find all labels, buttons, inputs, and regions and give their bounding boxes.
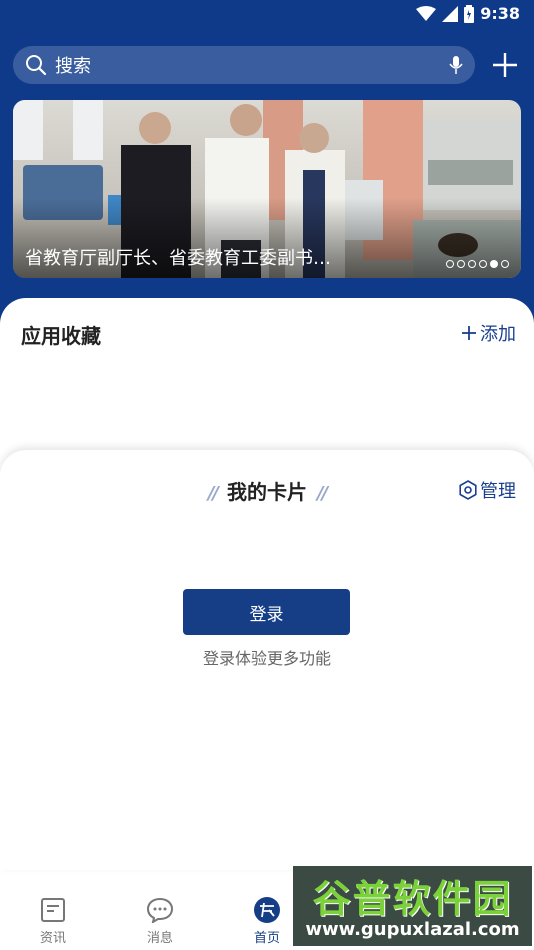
wifi-icon [416,5,437,21]
tab-messages-label: 消息 [146,931,173,946]
carousel-dot[interactable] [457,260,465,268]
carousel-dots [446,260,509,268]
home-logo-icon [254,897,280,923]
banner-caption: 省教育厅副厅长、省委教育工委副书… [25,248,331,269]
carousel-dot[interactable] [501,260,509,268]
login-hint: 登录体验更多功能 [202,649,331,668]
watermark-url: www.gupuxlazal.com [305,919,520,940]
search-row: 搜索 [13,45,521,85]
carousel-dot[interactable] [468,260,476,268]
settings-icon [459,480,477,500]
tab-home[interactable]: 首页 [237,896,297,946]
left-slashes-decoration: // [207,483,219,504]
tab-news[interactable]: 资讯 [23,896,83,946]
signal-icon [442,5,459,22]
news-icon [41,898,65,922]
carousel-dot[interactable] [490,260,498,268]
search-placeholder: 搜索 [55,56,91,77]
manage-label: 管理 [480,481,516,502]
carousel-dot[interactable] [479,260,487,268]
chat-bubble-icon [146,897,174,923]
status-bar: 9:38 [0,0,534,30]
add-icon[interactable] [489,49,521,81]
favorites-title: 应用收藏 [21,324,101,348]
search-icon [26,55,47,76]
tab-messages[interactable]: 消息 [130,896,190,946]
watermark-logo: 谷普软件园 www.gupuxlazal.com [293,866,532,946]
right-slashes-decoration: // [317,483,328,504]
status-time: 9:38 [480,4,520,23]
tab-home-label: 首页 [253,931,280,946]
manage-button[interactable]: 管理 [458,477,516,503]
my-cards-title: 我的卡片 [227,480,307,504]
tab-news-label: 资讯 [39,931,66,946]
microphone-icon[interactable] [449,55,463,75]
plus-icon [462,326,476,340]
add-favorite-button[interactable]: 添加 [460,320,516,346]
add-favorite-label: 添加 [480,324,516,345]
carousel-dot[interactable] [446,260,454,268]
battery-icon [464,4,475,23]
login-button[interactable]: 登录 [183,589,350,635]
status-icons: 9:38 [416,4,520,23]
search-input[interactable]: 搜索 [13,46,475,84]
watermark-name: 谷普软件园 [312,877,513,921]
my-cards-panel: // 我的卡片 // 管理 登录 登录体验更多功能 [0,450,534,870]
banner-carousel[interactable]: 省教育厅副厅长、省委教育工委副书… [13,100,521,278]
my-cards-heading: // 我的卡片 // [0,476,534,505]
